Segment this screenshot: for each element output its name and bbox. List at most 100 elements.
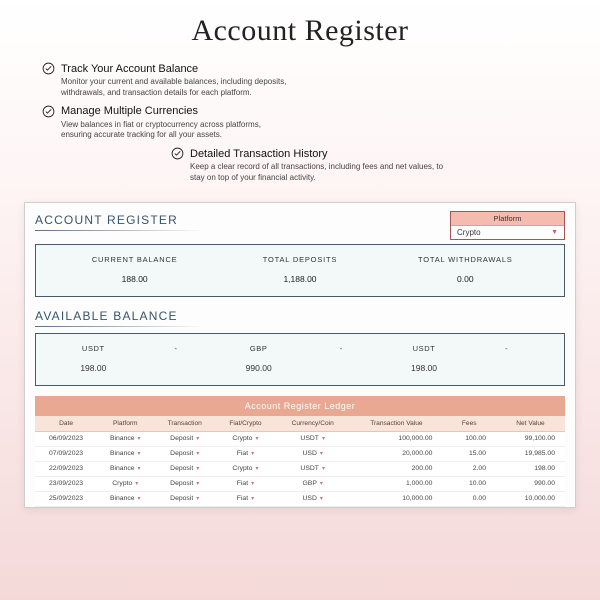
feature-item: Detailed Transaction History Keep a clea…: [171, 147, 455, 184]
col-transaction: Transaction: [154, 416, 216, 432]
cell-currency[interactable]: USDT▾: [275, 431, 350, 446]
feature-body: Monitor your current and available balan…: [42, 77, 290, 99]
cell-net-value: 198.00: [496, 461, 565, 476]
platform-selector[interactable]: Platform Crypto ▼: [450, 211, 565, 240]
cell-fiat-crypto[interactable]: Fiat▾: [216, 446, 275, 461]
col-fiat-crypto: Fiat/Crypto: [216, 416, 275, 432]
section-title: ACCOUNT REGISTER: [35, 211, 205, 229]
platform-value: Crypto: [457, 228, 481, 237]
col-currency: Currency/Coin: [275, 416, 350, 432]
chevron-down-icon: ▾: [193, 481, 199, 487]
cell-platform[interactable]: Crypto▾: [97, 476, 153, 491]
kpi-value: 0.00: [383, 274, 548, 284]
chevron-down-icon: ▾: [135, 496, 141, 502]
avail-col-header: GBP: [217, 344, 300, 353]
feature-title: Detailed Transaction History: [190, 148, 328, 160]
cell-transaction[interactable]: Deposit▾: [154, 431, 216, 446]
chevron-down-icon: ▾: [248, 451, 254, 457]
cell-fiat-crypto[interactable]: Fiat▾: [216, 491, 275, 506]
cell-txn-value: 20,000.00: [350, 446, 442, 461]
cell-date: 07/09/2023: [35, 446, 97, 461]
chevron-down-icon: ▾: [135, 451, 141, 457]
avail-col-value: [300, 363, 383, 373]
chevron-down-icon: ▾: [248, 481, 254, 487]
avail-col-value: 990.00: [217, 363, 300, 373]
feature-title: Track Your Account Balance: [61, 63, 198, 75]
cell-net-value: 990.00: [496, 476, 565, 491]
cell-fees: 0.00: [442, 491, 496, 506]
cell-currency[interactable]: USDT▾: [275, 461, 350, 476]
kpi-label: CURRENT BALANCE: [52, 255, 217, 264]
avail-col-value: 198.00: [52, 363, 135, 373]
cell-currency[interactable]: GBP▾: [275, 476, 350, 491]
cell-currency[interactable]: USD▾: [275, 491, 350, 506]
cell-txn-value: 100,000.00: [350, 431, 442, 446]
chevron-down-icon: ▾: [132, 481, 138, 487]
chevron-down-icon: ▾: [193, 436, 199, 442]
kpi-label: TOTAL DEPOSITS: [217, 255, 382, 264]
feature-body: Keep a clear record of all transactions,…: [171, 162, 455, 184]
cell-platform[interactable]: Binance▾: [97, 431, 153, 446]
cell-fees: 100.00: [442, 431, 496, 446]
cell-platform[interactable]: Binance▾: [97, 491, 153, 506]
cell-date: 22/09/2023: [35, 461, 97, 476]
kpi-panel: CURRENT BALANCE 188.00 TOTAL DEPOSITS 1,…: [35, 244, 565, 297]
cell-fiat-crypto[interactable]: Fiat▾: [216, 476, 275, 491]
feature-list: Track Your Account Balance Monitor your …: [24, 62, 576, 190]
table-row: 23/09/2023Crypto▾Deposit▾Fiat▾GBP▾1,000.…: [35, 476, 565, 491]
cell-date: 23/09/2023: [35, 476, 97, 491]
cell-fees: 10.00: [442, 476, 496, 491]
chevron-down-icon: ▾: [252, 466, 258, 472]
kpi-total-deposits: TOTAL DEPOSITS 1,188.00: [217, 255, 382, 284]
ledger-header-row: Date Platform Transaction Fiat/Crypto Cu…: [35, 416, 565, 432]
cell-fees: 15.00: [442, 446, 496, 461]
chevron-down-icon: ▾: [317, 496, 323, 502]
chevron-down-icon: ▾: [317, 451, 323, 457]
cell-currency[interactable]: USD▾: [275, 446, 350, 461]
col-platform: Platform: [97, 416, 153, 432]
cell-net-value: 99,100.00: [496, 431, 565, 446]
cell-transaction[interactable]: Deposit▾: [154, 476, 216, 491]
kpi-label: TOTAL WITHDRAWALS: [383, 255, 548, 264]
chevron-down-icon: ▾: [193, 451, 199, 457]
table-row: 25/09/2023Binance▾Deposit▾Fiat▾USD▾10,00…: [35, 491, 565, 506]
cell-platform[interactable]: Binance▾: [97, 446, 153, 461]
cell-txn-value: 200.00: [350, 461, 442, 476]
cell-txn-value: 10,000.00: [350, 491, 442, 506]
chevron-down-icon: ▾: [319, 436, 325, 442]
col-date: Date: [35, 416, 97, 432]
table-row: 22/09/2023Binance▾Deposit▾Crypto▾USDT▾20…: [35, 461, 565, 476]
kpi-value: 1,188.00: [217, 274, 382, 284]
kpi-total-withdrawals: TOTAL WITHDRAWALS 0.00: [383, 255, 548, 284]
table-row: 07/09/2023Binance▾Deposit▾Fiat▾USD▾20,00…: [35, 446, 565, 461]
chevron-down-icon: ▾: [248, 496, 254, 502]
cell-transaction[interactable]: Deposit▾: [154, 446, 216, 461]
cell-date: 06/09/2023: [35, 431, 97, 446]
avail-col-header: USDT: [383, 344, 466, 353]
kpi-current-balance: CURRENT BALANCE 188.00: [52, 255, 217, 284]
cell-fiat-crypto[interactable]: Crypto▾: [216, 431, 275, 446]
feature-body: View balances in fiat or cryptocurrency …: [42, 120, 290, 142]
chevron-down-icon: ▾: [319, 466, 325, 472]
cell-fiat-crypto[interactable]: Crypto▾: [216, 461, 275, 476]
cell-date: 25/09/2023: [35, 491, 97, 506]
avail-col-value: 198.00: [383, 363, 466, 373]
cell-platform[interactable]: Binance▾: [97, 461, 153, 476]
check-circle-icon: [171, 147, 184, 160]
kpi-value: 188.00: [52, 274, 217, 284]
cell-transaction[interactable]: Deposit▾: [154, 491, 216, 506]
check-circle-icon: [42, 62, 55, 75]
cell-transaction[interactable]: Deposit▾: [154, 461, 216, 476]
page-title: Account Register: [24, 14, 576, 48]
feature-item: Track Your Account Balance Monitor your …: [42, 62, 290, 99]
divider: [35, 230, 205, 231]
avail-col-value: [135, 363, 218, 373]
avail-col-header: -: [465, 344, 548, 353]
ledger-table: Date Platform Transaction Fiat/Crypto Cu…: [35, 416, 565, 507]
available-balance-title: AVAILABLE BALANCE: [35, 307, 565, 325]
chevron-down-icon: ▾: [135, 436, 141, 442]
col-net-value: Net Value: [496, 416, 565, 432]
table-row: 06/09/2023Binance▾Deposit▾Crypto▾USDT▾10…: [35, 431, 565, 446]
chevron-down-icon: ▾: [193, 466, 199, 472]
check-circle-icon: [42, 105, 55, 118]
